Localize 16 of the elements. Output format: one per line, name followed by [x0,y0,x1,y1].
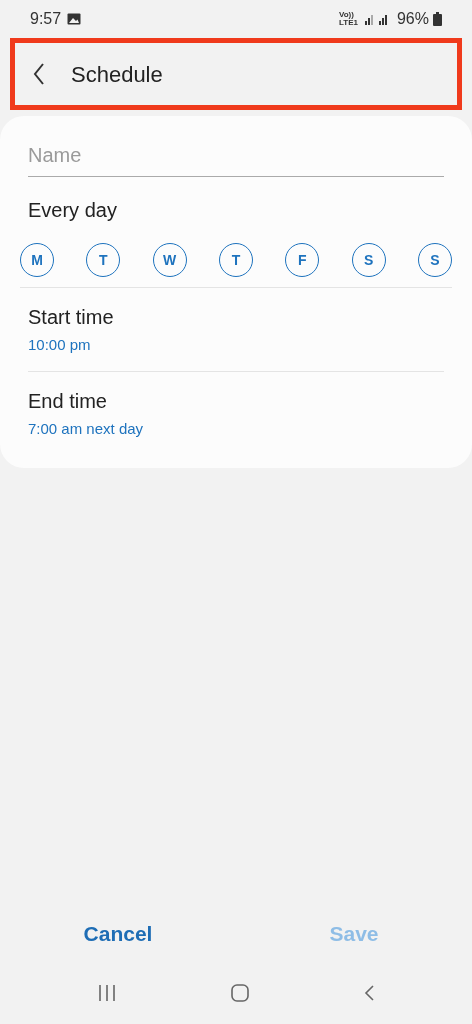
setting-title[interactable]: Start time [28,302,444,332]
repeat-label: Every day [28,198,118,223]
battery-percent: 96% [396,9,429,29]
home-icon[interactable] [231,984,249,1002]
name-field[interactable]: Name [28,140,444,177]
page-title: Schedule [71,60,163,89]
setting-value: 7:00 am next day [28,418,145,439]
battery-icon [433,12,442,26]
back-icon[interactable] [364,985,375,1001]
setting-title[interactable]: End time [28,385,444,416]
clock: 9:57 [30,9,62,29]
action-button[interactable]: Cancel [0,918,236,950]
network-label: Vo)) LTE1 [338,11,359,27]
image-icon [67,13,82,25]
setting-value: 10:00 pm [28,335,92,355]
recent-apps-icon[interactable] [97,985,116,1001]
